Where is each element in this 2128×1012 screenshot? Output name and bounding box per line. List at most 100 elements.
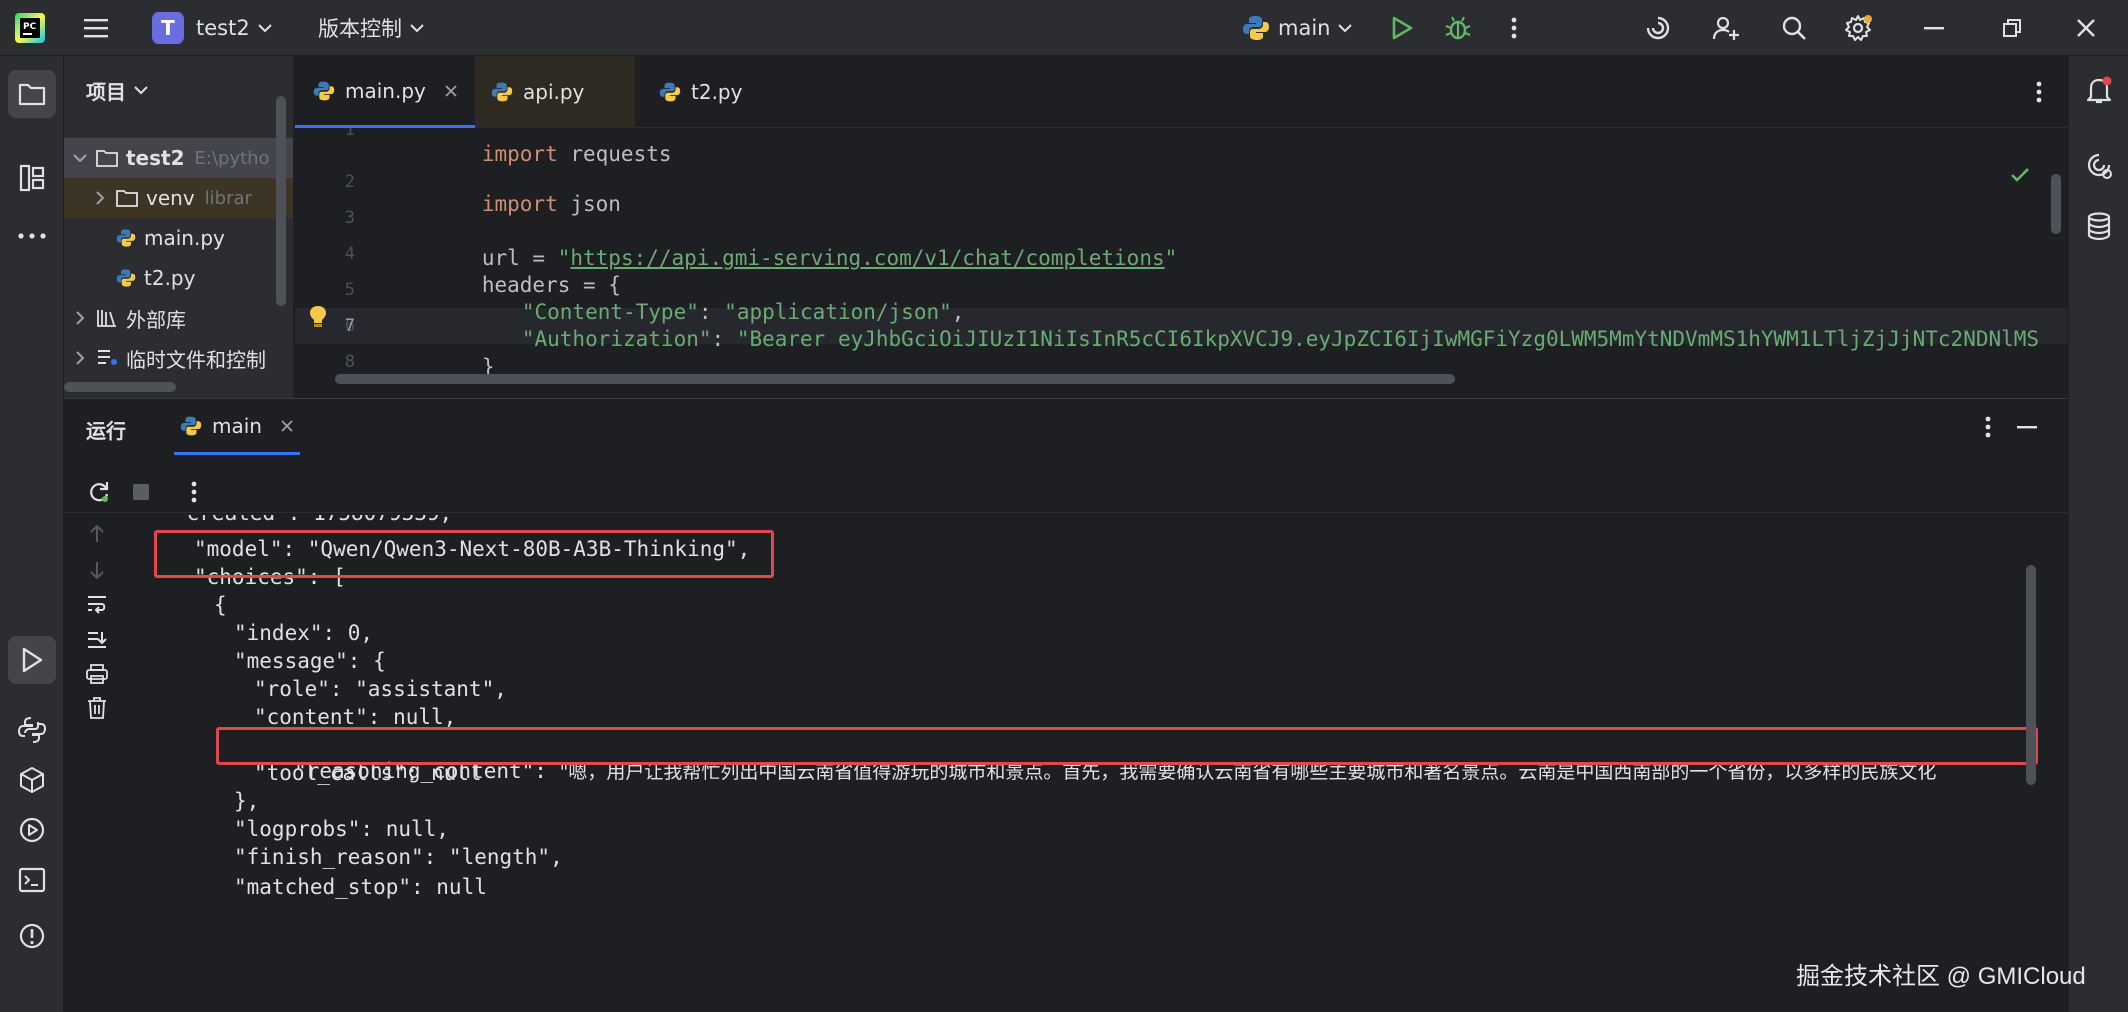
tree-item-t2-py[interactable]: t2.py bbox=[64, 258, 293, 298]
notifications-bell-icon[interactable] bbox=[2079, 70, 2119, 110]
console-output[interactable]: "created": 1758079339, "model": "Qwen/Qw… bbox=[130, 515, 2050, 1012]
vcs-widget[interactable]: 版本控制 bbox=[318, 10, 424, 46]
run-tool-button[interactable] bbox=[8, 636, 56, 684]
tree-item-label: main.py bbox=[144, 226, 225, 250]
console-vertical-scrollbar[interactable] bbox=[2026, 565, 2036, 785]
python-icon bbox=[1242, 14, 1270, 42]
close-icon[interactable] bbox=[2070, 12, 2102, 44]
python-file-icon bbox=[313, 80, 335, 102]
database-icon[interactable] bbox=[2079, 206, 2119, 246]
python-console-icon[interactable] bbox=[8, 706, 56, 754]
run-toolbar-more-icon[interactable] bbox=[184, 479, 204, 505]
output-line: "content": null, bbox=[254, 705, 457, 729]
project-vertical-scrollbar[interactable] bbox=[276, 96, 286, 306]
line-number: 4 bbox=[344, 244, 355, 264]
tree-item-label: test2 bbox=[126, 146, 185, 170]
title-bar: PC T test2 版本控制 main bbox=[0, 0, 2128, 56]
tree-item-main-py[interactable]: main.py bbox=[64, 218, 293, 258]
output-line: }, bbox=[234, 789, 260, 813]
services-icon[interactable] bbox=[8, 806, 56, 854]
scratches-icon bbox=[96, 348, 118, 368]
editor-horizontal-scrollbar[interactable] bbox=[335, 374, 1455, 384]
tree-item-venv[interactable]: venv librar bbox=[64, 178, 293, 218]
structure-icon[interactable] bbox=[8, 154, 56, 202]
close-tab-icon[interactable] bbox=[280, 419, 294, 433]
run-tab-main[interactable]: main bbox=[174, 399, 300, 455]
restore-icon[interactable] bbox=[1996, 12, 2028, 44]
chevron-down-icon bbox=[70, 153, 90, 163]
no-problems-check-icon[interactable] bbox=[2007, 162, 2033, 188]
debug-icon[interactable] bbox=[1442, 12, 1474, 44]
code-keyword: import bbox=[481, 192, 558, 216]
project-horizontal-scrollbar[interactable] bbox=[64, 382, 176, 392]
python-file-icon bbox=[116, 228, 136, 248]
clear-all-trash-icon[interactable] bbox=[84, 695, 110, 721]
folder-icon bbox=[96, 149, 118, 167]
settings-gear-icon[interactable] bbox=[1842, 12, 1874, 44]
python-packages-icon[interactable] bbox=[8, 756, 56, 804]
stop-icon[interactable] bbox=[128, 479, 154, 505]
chevron-right-icon bbox=[70, 351, 90, 365]
code-text: : bbox=[711, 327, 737, 351]
main-menu-icon[interactable] bbox=[80, 12, 112, 44]
chevron-down-icon bbox=[1338, 23, 1353, 33]
tab-main-py[interactable]: main.py bbox=[295, 56, 475, 128]
scroll-down-icon[interactable] bbox=[84, 557, 110, 583]
python-file-icon bbox=[659, 81, 681, 103]
run-panel-header: 运行 main bbox=[64, 399, 2068, 455]
run-panel-options-icon[interactable] bbox=[1976, 413, 2000, 441]
output-line: "role": "assistant", bbox=[254, 677, 507, 701]
tree-item-test2[interactable]: test2 E:\pytho bbox=[64, 138, 293, 178]
editor-vertical-scrollbar[interactable] bbox=[2051, 174, 2061, 234]
run-icon[interactable] bbox=[1386, 12, 1418, 44]
pycharm-logo-icon: PC bbox=[14, 12, 46, 44]
terminal-icon[interactable] bbox=[8, 856, 56, 904]
scroll-to-end-icon[interactable] bbox=[84, 627, 110, 653]
rerun-icon[interactable] bbox=[84, 477, 114, 507]
project-initial-badge: T bbox=[152, 12, 184, 44]
line-number: 1 bbox=[344, 128, 355, 140]
project-name: test2 bbox=[196, 16, 250, 40]
output-line: "created": 1758079339, bbox=[174, 515, 452, 525]
run-config-selector[interactable]: main bbox=[1242, 10, 1353, 46]
tab-options-icon[interactable] bbox=[2027, 78, 2051, 106]
line-number: 8 bbox=[344, 352, 355, 372]
code-url-link[interactable]: https://api.gmi-serving.com/v1/chat/comp… bbox=[570, 246, 1164, 270]
output-line: { bbox=[214, 593, 227, 617]
more-tools-icon[interactable] bbox=[8, 216, 56, 256]
hide-panel-icon[interactable] bbox=[2012, 413, 2042, 441]
run-panel-title: 运行 bbox=[86, 419, 126, 443]
tab-api-py[interactable]: api.py bbox=[475, 56, 635, 128]
print-icon[interactable] bbox=[84, 661, 110, 687]
run-tab-label: main bbox=[212, 413, 262, 438]
close-tab-icon[interactable] bbox=[444, 84, 458, 98]
scroll-up-icon[interactable] bbox=[84, 521, 110, 547]
soft-wrap-icon[interactable] bbox=[84, 591, 110, 617]
run-panel: 运行 main "model": "Qwen/Qwen3-Next-80B-A3… bbox=[64, 398, 2068, 1012]
minimize-icon[interactable] bbox=[1918, 12, 1950, 44]
more-actions-icon[interactable] bbox=[1500, 12, 1528, 44]
output-line: "finish_reason": "length", bbox=[234, 845, 563, 869]
search-icon[interactable] bbox=[1778, 12, 1810, 44]
problems-icon[interactable] bbox=[8, 912, 56, 960]
right-tool-strip bbox=[2068, 56, 2128, 1012]
project-widget[interactable]: T test2 bbox=[152, 10, 272, 46]
chevron-right-icon bbox=[70, 311, 90, 325]
project-tool-button[interactable] bbox=[8, 70, 56, 118]
tree-item-scratches[interactable]: 临时文件和控制 bbox=[64, 338, 293, 378]
tree-item-label: 外部库 bbox=[126, 307, 186, 332]
project-panel-header[interactable]: 项目 bbox=[86, 74, 148, 106]
line-number: 2 bbox=[344, 172, 355, 192]
code-with-me-icon[interactable] bbox=[1710, 12, 1742, 44]
tree-item-label: 临时文件和控制 bbox=[126, 347, 266, 372]
console-side-toolbar bbox=[64, 515, 130, 1012]
intention-bulb-icon[interactable] bbox=[307, 304, 329, 330]
tree-item-path: E:\pytho bbox=[194, 147, 270, 169]
vcs-label: 版本控制 bbox=[318, 17, 402, 41]
tree-item-external-libraries[interactable]: 外部库 bbox=[64, 298, 293, 338]
ai-chat-icon[interactable] bbox=[2079, 146, 2119, 186]
code-string: "Bearer eyJhbGciOiJIUzI1NiIsInR5cCI6IkpX… bbox=[736, 327, 2040, 351]
tab-t2-py[interactable]: t2.py bbox=[645, 56, 795, 128]
code-area[interactable]: 1 2 3 4 5 6 7 7 8 import requests import… bbox=[295, 128, 2068, 398]
ai-assistant-icon[interactable] bbox=[1642, 12, 1674, 44]
